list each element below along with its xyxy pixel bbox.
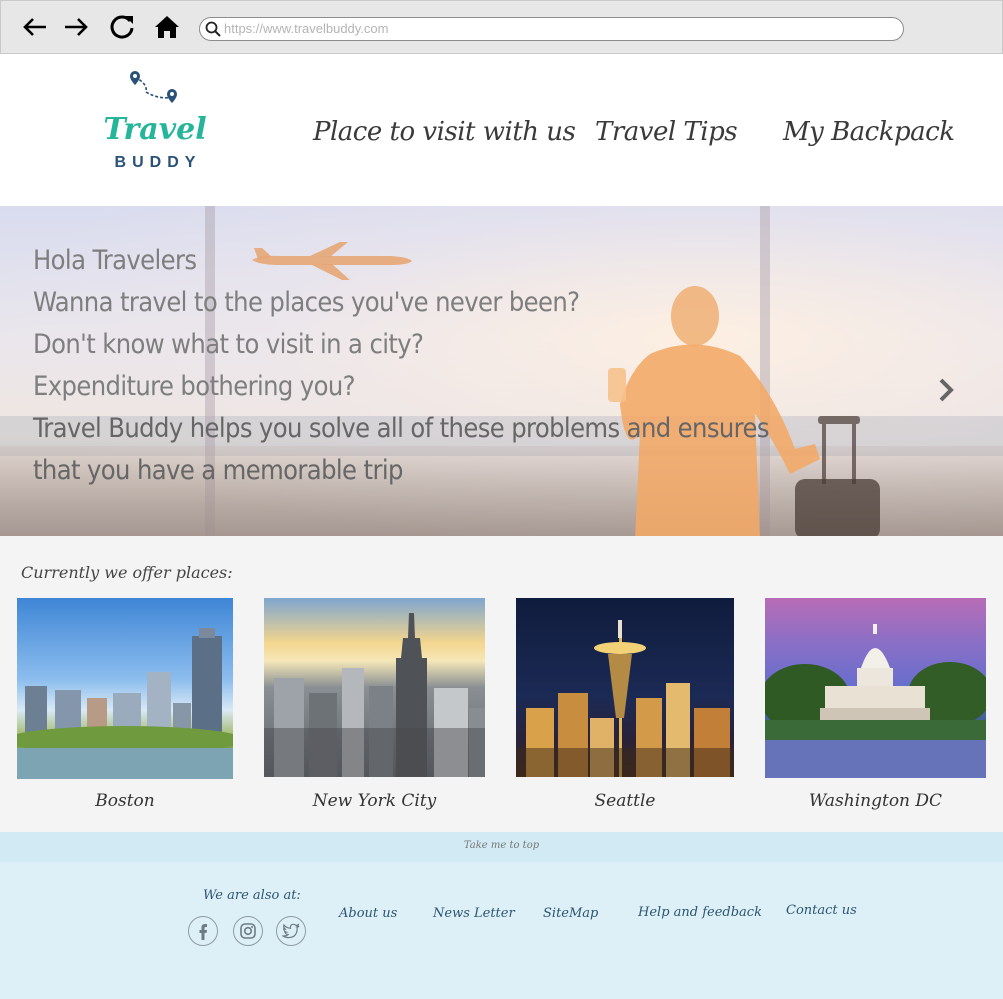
url-text: https://www.travelbuddy.com	[224, 21, 389, 36]
browser-toolbar: https://www.travelbuddy.com	[0, 0, 1003, 54]
home-icon[interactable]	[152, 12, 182, 42]
back-arrow-icon[interactable]	[20, 12, 50, 42]
nav-places-to-visit[interactable]: Place to visit with us	[313, 117, 576, 147]
instagram-icon[interactable]	[233, 916, 263, 946]
route-pins-icon	[130, 71, 177, 103]
washington-dc-photo	[765, 598, 986, 778]
chevron-right-icon	[939, 378, 954, 402]
address-bar[interactable]: https://www.travelbuddy.com	[199, 17, 904, 41]
footer-link-help-feedback[interactable]: Help and feedback	[638, 905, 762, 920]
site-header: Travel BUDDY Place to visit with us Trav…	[0, 55, 1003, 205]
hero-line: that you have a memorable trip	[33, 455, 403, 486]
facebook-icon[interactable]	[188, 916, 218, 946]
social-heading: We are also at:	[203, 888, 301, 903]
city-name: New York City	[312, 791, 437, 811]
places-section: Currently we offer places: Boston New Yo…	[0, 536, 1003, 832]
logo-travel-word: Travel	[103, 112, 207, 147]
city-card-seattle[interactable]: Seattle	[516, 598, 734, 811]
footer-link-newsletter[interactable]: News Letter	[433, 906, 515, 921]
hero-line: Expenditure bothering you?	[33, 371, 356, 402]
city-name: Boston	[95, 791, 155, 811]
travel-buddy-logo[interactable]: Travel BUDDY	[100, 70, 210, 180]
back-to-top-bar: Take me to top	[0, 832, 1003, 862]
hero-line: Wanna travel to the places you've never …	[33, 287, 580, 318]
hero-banner: Hola Travelers Wanna travel to the place…	[0, 206, 1003, 536]
new-york-photo	[264, 598, 485, 777]
logo-buddy-word: BUDDY	[114, 154, 202, 171]
footer-link-about-us[interactable]: About us	[339, 906, 397, 921]
forward-arrow-icon[interactable]	[61, 12, 91, 42]
hero-line: Hola Travelers	[33, 245, 197, 276]
city-card-new-york[interactable]: New York City	[264, 598, 485, 811]
hero-line: Don't know what to visit in a city?	[33, 329, 424, 360]
nav-travel-tips[interactable]: Travel Tips	[595, 117, 738, 147]
twitter-icon[interactable]	[276, 916, 306, 946]
hero-text: Hola Travelers Wanna travel to the place…	[33, 240, 769, 492]
reload-icon[interactable]	[107, 12, 137, 42]
carousel-next-button[interactable]	[934, 376, 958, 404]
take-me-to-top-link[interactable]: Take me to top	[0, 840, 1003, 851]
site-footer: We are also at: About us News Letter Sit…	[0, 862, 1003, 999]
city-name: Seattle	[594, 791, 656, 811]
boston-photo	[17, 598, 233, 779]
hero-line: Travel Buddy helps you solve all of thes…	[33, 413, 769, 444]
footer-link-sitemap[interactable]: SiteMap	[543, 906, 598, 921]
search-icon	[205, 21, 221, 42]
seattle-photo	[516, 598, 734, 777]
nav-my-backpack[interactable]: My Backpack	[783, 117, 955, 147]
city-card-boston[interactable]: Boston	[17, 598, 233, 811]
places-heading: Currently we offer places:	[21, 563, 233, 582]
footer-link-contact-us[interactable]: Contact us	[786, 903, 857, 918]
city-name: Washington DC	[808, 791, 943, 811]
city-card-washington-dc[interactable]: Washington DC	[765, 598, 986, 811]
